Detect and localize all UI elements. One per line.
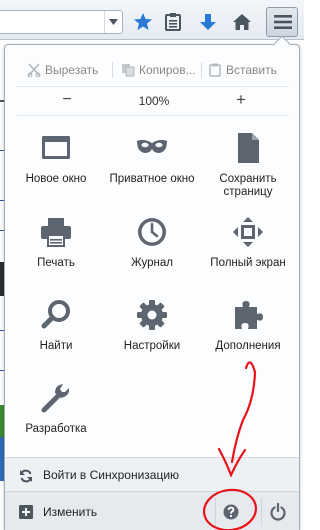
find-label: Найти [39,340,73,352]
zoom-controls: − 100% + [17,89,289,113]
help-icon [223,504,239,520]
wrench-icon [41,384,70,413]
save-page-icon [238,133,259,163]
new-window-button[interactable]: Новое окно [9,131,103,211]
settings-label: Настройки [123,340,181,352]
divider [17,86,289,87]
home-button[interactable] [229,9,255,35]
zoom-in-button[interactable]: + [231,89,251,113]
url-history-dropdown[interactable] [104,11,122,33]
home-icon [233,14,251,30]
copy-icon [122,64,135,77]
save-page-button[interactable]: Сохранить страницу [201,131,295,211]
reading-list-icon [165,13,181,31]
addons-label: Дополнения [215,340,281,352]
paste-button[interactable]: Вставить [208,60,277,80]
developer-label: Разработка [25,423,87,435]
scissors-icon [27,63,41,77]
sync-signin-button[interactable]: Войти в Синхронизацию [5,457,299,491]
bookmarks-list-button[interactable] [160,9,186,35]
power-icon [270,503,286,521]
sync-label: Войти в Синхронизацию [43,468,180,482]
settings-button[interactable]: Настройки [105,298,199,378]
new-window-label: Новое окно [25,173,87,185]
customize-label: Изменить [43,505,98,519]
menu-icon [274,15,292,29]
gear-icon [137,300,167,330]
chevron-down-icon [109,19,118,25]
downloads-button[interactable] [195,9,221,35]
divider [17,115,289,116]
fullscreen-icon [233,217,263,247]
customize-button[interactable]: Изменить [5,492,205,530]
star-icon [134,13,152,30]
fullscreen-button[interactable]: Полный экран [201,215,295,295]
history-clock-icon [138,218,166,246]
search-icon [41,300,70,329]
cut-button[interactable]: Вырезать [27,60,98,80]
sync-icon [20,469,32,483]
save-page-label: Сохранить страницу [219,173,277,198]
new-window-icon [42,136,70,159]
print-label: Печать [37,257,75,269]
addons-button[interactable]: Дополнения [201,298,295,378]
private-mask-icon [137,139,167,153]
main-menu-panel: Вырезать Копиров... Вставить − 100% + Но… [4,44,300,530]
divider [201,62,202,78]
private-window-button[interactable]: Приватное окно [105,131,199,211]
browser-toolbar [0,0,304,40]
printer-icon [41,218,71,247]
help-button[interactable] [215,498,245,526]
edit-controls: Вырезать Копиров... Вставить [17,60,289,80]
history-label: Журнал [131,257,173,269]
zoom-out-button[interactable]: − [57,89,77,113]
print-button[interactable]: Печать [9,215,103,295]
cut-label: Вырезать [45,63,99,77]
history-button[interactable]: Журнал [105,215,199,295]
menu-footer: Изменить [5,491,299,530]
bookmark-star-button[interactable] [130,9,156,35]
copy-label: Копиров... [139,63,196,77]
open-menu-button[interactable] [266,7,298,37]
private-window-label: Приватное окно [109,173,195,185]
find-button[interactable]: Найти [9,298,103,378]
fullscreen-label: Полный экран [210,257,286,269]
puzzle-icon [235,301,263,329]
divider [112,62,113,78]
copy-button[interactable]: Копиров... [121,60,196,80]
clipboard-icon [209,63,221,77]
plus-icon [19,505,33,519]
download-icon [200,14,216,30]
developer-button[interactable]: Разработка [9,381,103,461]
paste-label: Вставить [226,63,277,77]
zoom-reset-button[interactable]: 100% [129,89,179,113]
url-bar[interactable] [0,10,123,34]
quit-button[interactable] [261,498,293,526]
